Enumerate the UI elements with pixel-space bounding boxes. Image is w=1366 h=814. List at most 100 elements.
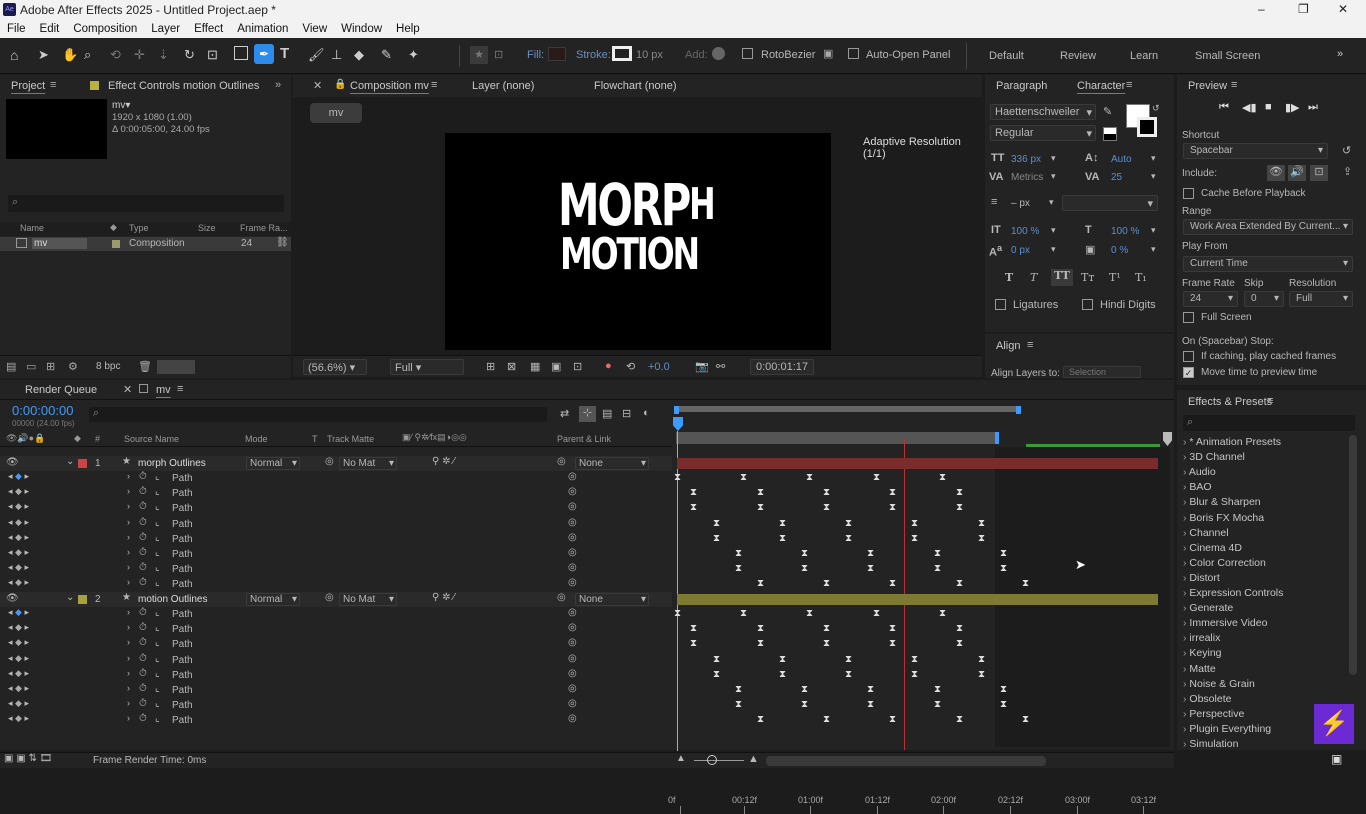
keyframe-marker[interactable]: ⧗ (845, 518, 852, 529)
graph-icon[interactable]: ⌞ (155, 607, 160, 618)
keyframe-marker[interactable]: ⧗ (867, 563, 874, 574)
tab-preview[interactable]: Preview (1188, 80, 1227, 92)
layer-name[interactable]: motion Outlines (138, 594, 207, 605)
mask-icon[interactable]: ⊠ (507, 360, 516, 373)
menu-view[interactable]: View (302, 23, 327, 35)
keyframe-marker[interactable]: ⧗ (845, 669, 852, 680)
stroke-width-value[interactable]: – px (1011, 198, 1030, 209)
keyframe-marker[interactable]: ⧗ (873, 472, 880, 483)
keyframe-marker[interactable]: ⧗ (845, 533, 852, 544)
keyframe-marker[interactable]: ⧗ (956, 578, 963, 589)
time-ruler[interactable] (672, 402, 1172, 447)
work-area-bar[interactable] (676, 406, 1020, 412)
pickwhip-icon[interactable]: ◎ (568, 562, 577, 573)
graph-icon[interactable]: ⌞ (155, 547, 160, 558)
next-frame-icon[interactable]: ▮▶ (1285, 101, 1300, 114)
brush-tool-icon[interactable]: 🖌 (308, 47, 325, 63)
keyframe-marker[interactable]: ⧗ (889, 638, 896, 649)
chevron-down-icon[interactable]: ▾ (1051, 171, 1056, 182)
path-property-row[interactable]: ◂ ◆ ▸ › ⏱ ⌞ Path ◎ (0, 622, 672, 637)
keyframe-nav-icon[interactable]: ◂ ◆ ▸ (8, 471, 29, 482)
keyframe-marker[interactable]: ⧗ (889, 502, 896, 513)
rotate-tool-icon[interactable]: ↻ (184, 47, 195, 63)
layer-label-color[interactable] (78, 459, 87, 468)
effects-category[interactable]: › Generate (1183, 602, 1233, 614)
hindi-checkbox[interactable] (1082, 299, 1093, 310)
shortcut-dropdown[interactable]: Spacebar ▾ (1183, 143, 1328, 159)
zoom-out-icon[interactable]: ▲ (676, 753, 686, 764)
leading-value[interactable]: Auto (1111, 154, 1132, 165)
skip-dropdown[interactable]: 0 ▾ (1244, 291, 1284, 307)
graph-icon[interactable]: ⌞ (155, 486, 160, 497)
effects-category[interactable]: › Plugin Everything (1183, 723, 1271, 735)
include-audio-icon[interactable]: 🔊 (1288, 165, 1306, 181)
keyframe-marker[interactable]: ⧗ (978, 533, 985, 544)
roi-icon[interactable]: ⊡ (573, 360, 582, 373)
effects-scrollbar[interactable] (1349, 435, 1357, 675)
pickwhip-icon[interactable]: ◎ (568, 577, 577, 588)
new-comp-icon[interactable]: ⊞ (46, 360, 55, 373)
col-source-name[interactable]: Source Name (124, 434, 179, 444)
stroke-swatch[interactable] (612, 46, 632, 61)
pickwhip-icon[interactable]: ◎ (568, 637, 577, 648)
keyframe-marker[interactable]: ⧗ (823, 502, 830, 513)
keyframe-marker[interactable]: ⧗ (735, 684, 742, 695)
keyframe-marker[interactable]: ⧗ (1022, 578, 1029, 589)
timeline-hscroll[interactable] (766, 756, 1046, 766)
keyframe-marker[interactable]: ⧗ (823, 487, 830, 498)
effects-category[interactable]: › 3D Channel (1183, 451, 1245, 463)
pickwhip-icon[interactable]: ◎ (568, 486, 577, 497)
faux-italic-button[interactable]: T (1030, 271, 1037, 284)
close-tab-icon[interactable]: ✕ (123, 383, 132, 396)
exposure-value[interactable]: +0.0 (648, 361, 670, 373)
mode-dropdown[interactable]: Normal ▾ (246, 593, 300, 606)
expand-chevron-icon[interactable]: › (127, 637, 130, 647)
keyframe-marker[interactable]: ⧗ (1000, 563, 1007, 574)
zoom-in-icon[interactable]: ▲ (748, 753, 759, 765)
layer-duration-bar[interactable] (677, 594, 1158, 605)
expand-chevron-icon[interactable]: › (127, 532, 130, 542)
graph-icon[interactable]: ⌞ (155, 532, 160, 543)
keyframe-marker[interactable]: ⧗ (823, 714, 830, 725)
font-style-dropdown[interactable]: Regular ▾ (990, 125, 1096, 141)
bpc-label[interactable]: 8 bpc (96, 361, 120, 372)
col-parent[interactable]: Parent & Link (557, 434, 611, 444)
menu-help[interactable]: Help (396, 23, 420, 35)
work-area-start[interactable] (674, 406, 679, 414)
flowchart-icon[interactable]: ⛓ (276, 237, 289, 248)
stopwatch-icon[interactable]: ⏱ (139, 532, 147, 543)
subscript-button[interactable]: T₁ (1135, 271, 1147, 284)
pickwhip-icon[interactable]: ◎ (557, 592, 566, 603)
expand-chevron-icon[interactable]: › (127, 486, 130, 496)
keyframe-marker[interactable]: ⧗ (779, 654, 786, 665)
workspace-review[interactable]: Review (1060, 50, 1096, 62)
tab-effects-presets[interactable]: Effects & Presets (1188, 396, 1272, 408)
expand-panel-icon[interactable]: » (275, 79, 281, 91)
keyframe-marker[interactable]: ⧗ (713, 654, 720, 665)
hand-tool-icon[interactable]: ✋ (62, 47, 78, 63)
kerning-value[interactable]: Metrics (1011, 172, 1043, 183)
effects-category[interactable]: › Audio (1183, 466, 1216, 478)
keyframe-marker[interactable]: ⧗ (845, 654, 852, 665)
channels-icon[interactable]: ● (605, 360, 612, 372)
tab-project[interactable]: Project (11, 80, 45, 92)
tab-layer[interactable]: Layer (none) (472, 80, 534, 92)
keyframe-marker[interactable]: ⧗ (801, 548, 808, 559)
keyframe-nav-icon[interactable]: ◂ ◆ ▸ (8, 486, 29, 497)
keyframe-nav-icon[interactable]: ◂ ◆ ▸ (8, 637, 29, 648)
motion-blur-icon[interactable]: ◐ (643, 407, 650, 419)
graph-icon[interactable]: ⌞ (155, 501, 160, 512)
chevron-down-icon[interactable]: ▾ (1049, 197, 1054, 208)
path-property-row[interactable]: ◂ ◆ ▸ › ⏱ ⌞ Path ◎ (0, 501, 672, 516)
show-snapshot-icon[interactable]: ⚯ (716, 360, 725, 373)
horizontal-scale-value[interactable]: 100 % (1111, 226, 1139, 237)
stroke-width[interactable]: 10 px (636, 49, 663, 61)
expand-chevron-icon[interactable]: › (127, 607, 130, 617)
graph-icon[interactable]: ⌞ (155, 713, 160, 724)
keyframe-marker[interactable]: ⧗ (911, 518, 918, 529)
effects-category[interactable]: › Simulation (1183, 738, 1238, 750)
stop-icon[interactable]: ■ (1265, 101, 1272, 113)
keyframe-marker[interactable]: ⧗ (934, 699, 941, 710)
pickwhip-icon[interactable]: ◎ (557, 456, 566, 467)
stopwatch-icon[interactable]: ⏱ (139, 501, 147, 512)
